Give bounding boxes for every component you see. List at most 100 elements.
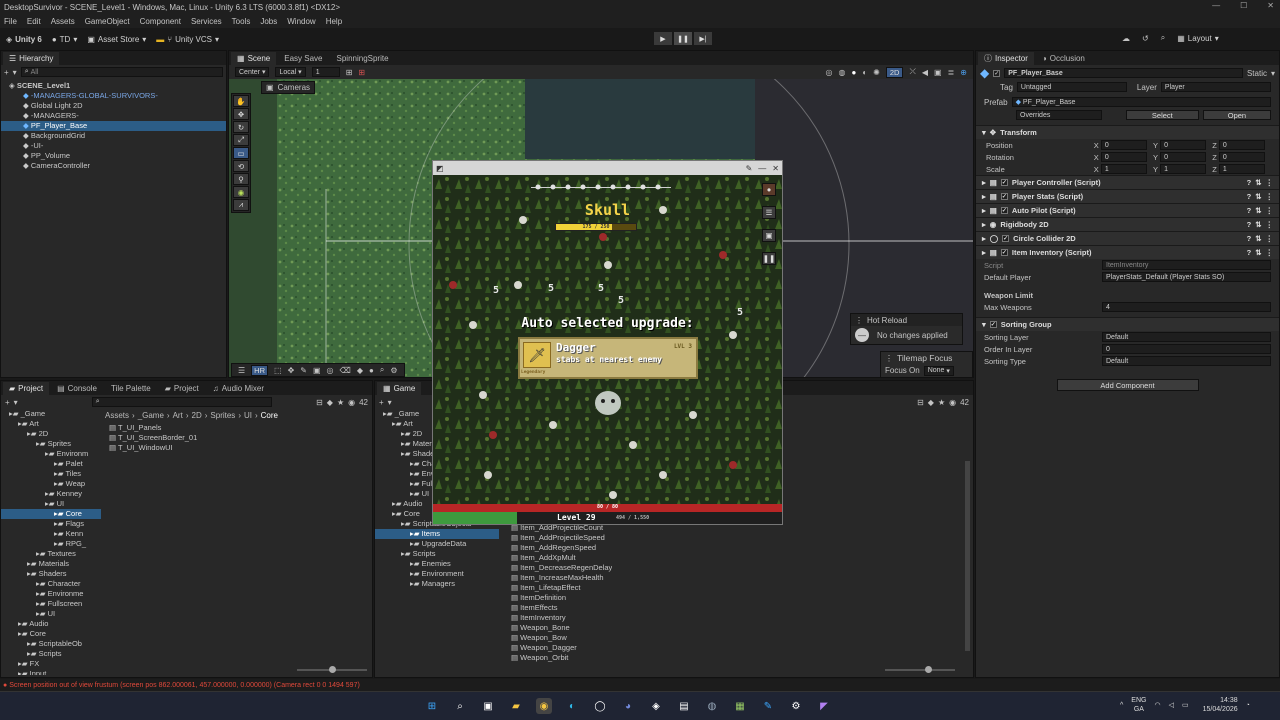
steam-icon[interactable]: ◍ bbox=[704, 698, 720, 714]
add-icon[interactable]: + bbox=[5, 398, 10, 407]
asset-item[interactable]: ▤ Item_AddXpMult bbox=[511, 553, 612, 563]
gizmo-icon[interactable]: ⤬ bbox=[909, 67, 915, 77]
menu-component[interactable]: Component bbox=[140, 17, 181, 26]
tab-console[interactable]: ▤ Console bbox=[51, 382, 103, 395]
asset-item[interactable]: ▤ T_UI_ScreenBorder_01 bbox=[109, 433, 197, 443]
close-icon[interactable]: ✕ bbox=[772, 164, 779, 173]
more-icon[interactable]: ⋮ bbox=[1266, 178, 1274, 187]
sorting-layer-dropdown[interactable]: Default bbox=[1102, 332, 1271, 342]
preset-icon[interactable]: ⇅ bbox=[1255, 220, 1261, 229]
sorting-group-header[interactable]: ▾ ✓ Sorting Group bbox=[976, 317, 1279, 331]
star-icon[interactable]: ★ bbox=[938, 398, 945, 407]
game-window[interactable]: ◩ ✎ — ✕ ● ☰ ▣ ❚❚ Skull 175 / 250 5 5 5 5 bbox=[432, 160, 783, 525]
move-icon[interactable]: ✥ bbox=[288, 366, 295, 375]
asset-item[interactable]: ▤ Weapon_Bone bbox=[511, 623, 612, 633]
account-button[interactable]: ◈ Unity 6 bbox=[6, 35, 42, 44]
brush-icon[interactable]: ✎ bbox=[300, 366, 307, 375]
visual-studio-icon[interactable]: ◤ bbox=[816, 698, 832, 714]
help-icon[interactable]: ? bbox=[1247, 206, 1252, 215]
folder-item[interactable]: ▸▰ Input bbox=[1, 669, 101, 675]
menu-assets[interactable]: Assets bbox=[51, 17, 75, 26]
help-icon[interactable]: ? bbox=[1247, 220, 1252, 229]
asset-item[interactable]: ▤ Item_AddProjectileSpeed bbox=[511, 533, 612, 543]
more-icon[interactable]: ⋮ bbox=[1266, 206, 1274, 215]
circle-icon[interactable]: ● bbox=[369, 366, 374, 375]
breadcrumb-item[interactable]: Assets bbox=[105, 411, 129, 420]
sorting-group-checkbox[interactable]: ✓ bbox=[989, 321, 997, 328]
component-enabled-checkbox[interactable]: ✓ bbox=[1002, 235, 1010, 242]
folder-item[interactable]: ▸▰ Flags bbox=[1, 519, 101, 529]
td-button[interactable]: ● TD ▾ bbox=[52, 35, 78, 44]
zoom-icon[interactable]: ⌕ bbox=[380, 365, 384, 375]
pause-button[interactable]: ❚❚ bbox=[674, 32, 692, 45]
folder-item[interactable]: ▸▰ Items bbox=[375, 529, 499, 539]
cloud-icon[interactable]: ☁ bbox=[1122, 34, 1130, 43]
order-in-layer-input[interactable]: 0 bbox=[1102, 344, 1271, 354]
breadcrumb-item[interactable]: UI bbox=[244, 411, 252, 420]
tab-occlusion[interactable]: ◑ Occlusion bbox=[1036, 52, 1091, 65]
select-button[interactable]: Select bbox=[1125, 110, 1199, 120]
transform-x-input[interactable]: 0 bbox=[1100, 152, 1147, 162]
tab-project-2[interactable]: ▰ Project bbox=[159, 382, 205, 395]
tab-game[interactable]: ▦ Game bbox=[377, 382, 422, 395]
camera-icon[interactable]: ▣ bbox=[934, 68, 942, 77]
chevron-down-icon[interactable]: ▾ bbox=[1271, 69, 1275, 78]
eye-icon[interactable]: ◉ bbox=[949, 398, 956, 407]
component-enabled-checkbox[interactable]: ✓ bbox=[1000, 179, 1008, 186]
history-icon[interactable]: ↺ bbox=[1142, 34, 1149, 43]
asset-store-button[interactable]: ▣ Asset Store ▾ bbox=[87, 35, 146, 44]
transform-z-input[interactable]: 1 bbox=[1218, 164, 1266, 174]
folder-item[interactable]: ▸▰ UI bbox=[1, 609, 101, 619]
hand-tool-button[interactable]: ✋ bbox=[233, 95, 249, 107]
component-enabled-checkbox[interactable]: ✓ bbox=[1000, 249, 1008, 256]
github-icon[interactable]: ◯ bbox=[592, 698, 608, 714]
more-icon[interactable]: ⋮ bbox=[1266, 248, 1274, 257]
preset-icon[interactable]: ⇅ bbox=[1255, 248, 1261, 257]
overrides-dropdown[interactable]: Overrides bbox=[1016, 110, 1102, 120]
menu-file[interactable]: File bbox=[4, 17, 17, 26]
max-weapons-input[interactable]: 4 bbox=[1102, 302, 1271, 312]
add-component-button[interactable]: Add Component bbox=[1056, 379, 1199, 391]
step-button[interactable]: ▶| bbox=[694, 32, 712, 45]
folder-item[interactable]: ▸▰ Character bbox=[1, 579, 101, 589]
snap-settings-icon[interactable]: ⊞ bbox=[358, 68, 365, 77]
vertical-scrollbar[interactable] bbox=[965, 461, 970, 651]
eraser-icon[interactable]: ⌫ bbox=[340, 366, 351, 375]
project-search-input[interactable]: ⌕ bbox=[91, 397, 272, 407]
upgrade-card[interactable]: 🗡 Dagger LVL 3 stabs at nearest enemy Le… bbox=[518, 337, 698, 379]
search-icon[interactable]: ⌕ bbox=[1161, 33, 1165, 43]
globe-icon[interactable]: ◎ bbox=[826, 68, 833, 77]
folder-item[interactable]: ▸▰ Palet bbox=[1, 459, 101, 469]
folder-item[interactable]: ▸▰ UpgradeData bbox=[375, 539, 499, 549]
folder-item[interactable]: ▸▰ Tiles bbox=[1, 469, 101, 479]
preset-icon[interactable]: ⇅ bbox=[1255, 234, 1261, 243]
volume-icon[interactable]: ◁ bbox=[1169, 701, 1174, 709]
menu-help[interactable]: Help bbox=[326, 17, 342, 26]
play-button[interactable]: ▶ bbox=[654, 32, 672, 45]
folder-item[interactable]: ▸▰ Managers bbox=[375, 579, 499, 589]
layout-dropdown[interactable]: ▦ Layout ▾ bbox=[1177, 34, 1219, 43]
select-icon[interactable]: ⬚ bbox=[274, 366, 282, 375]
asset-item[interactable]: ▤ Item_AddRegenSpeed bbox=[511, 543, 612, 553]
asset-item[interactable]: ▤ Item_IncreaseMaxHealth bbox=[511, 573, 612, 583]
add-icon[interactable]: + bbox=[4, 68, 9, 77]
hierarchy-item[interactable]: ◆ CameraController bbox=[1, 161, 226, 171]
hierarchy-item[interactable]: ◆ Global Light 2D bbox=[1, 101, 226, 111]
star-icon[interactable]: ★ bbox=[337, 398, 344, 407]
folder-item[interactable]: ▸▰ Kenney bbox=[1, 489, 101, 499]
hot-reload-icon[interactable]: — bbox=[855, 328, 869, 342]
lock-button[interactable]: ▣ bbox=[762, 229, 776, 242]
folder-item[interactable]: ▸▰ Materials bbox=[1, 559, 101, 569]
asset-item[interactable]: ▤ Item_DecreaseRegenDelay bbox=[511, 563, 612, 573]
component-enabled-checkbox[interactable]: ✓ bbox=[1000, 193, 1008, 200]
gizmos-icon[interactable]: ⊕ bbox=[960, 68, 967, 77]
grid-size-input[interactable]: 1 bbox=[311, 67, 340, 77]
move-tool-button[interactable]: ✥ bbox=[233, 108, 249, 120]
folder-item[interactable]: ▸▰ UI bbox=[1, 499, 101, 509]
transform-x-input[interactable]: 0 bbox=[1100, 140, 1147, 150]
breadcrumb-item[interactable]: _Game bbox=[138, 411, 164, 420]
folder-item[interactable]: ▸▰ Environm bbox=[1, 449, 101, 459]
hr-toggle[interactable]: HR bbox=[251, 364, 269, 376]
folder-item[interactable]: ▸▰ Kenn bbox=[1, 529, 101, 539]
asset-item[interactable]: ▤ ItemDefinition bbox=[511, 593, 612, 603]
